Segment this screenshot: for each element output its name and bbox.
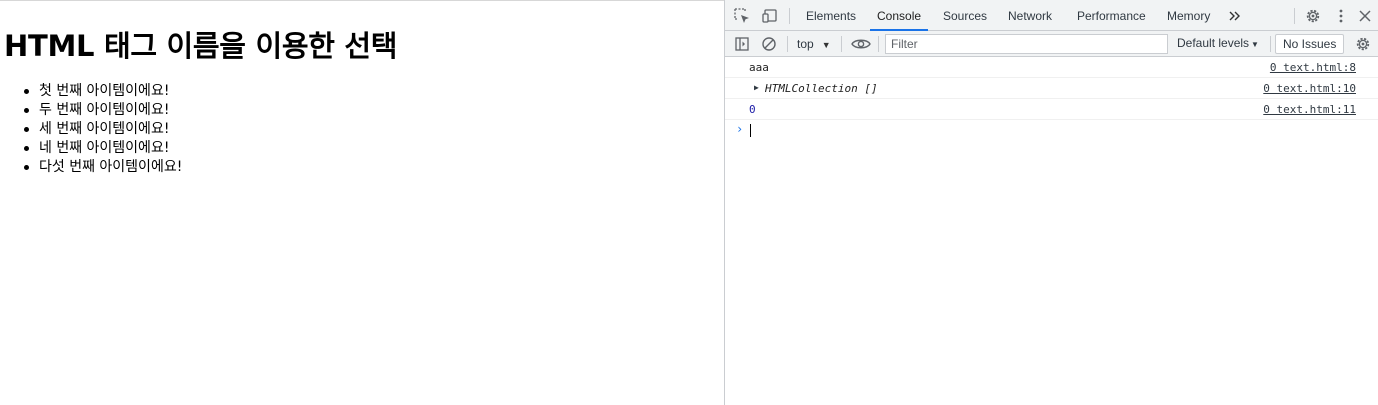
- chevron-down-icon: ▼: [1251, 40, 1259, 49]
- log-levels-dropdown[interactable]: Default levels ▼: [1177, 36, 1259, 50]
- list-item-text: 다섯 번째 아이템이에요!: [39, 159, 183, 175]
- console-message[interactable]: ▶ HTMLCollection [] 0 text.html:10: [725, 78, 1378, 99]
- toolbar-divider: [878, 36, 879, 52]
- device-toggle-icon[interactable]: [761, 7, 779, 25]
- close-icon[interactable]: [1356, 7, 1374, 25]
- tab-console[interactable]: Console: [870, 0, 929, 31]
- list-item: 다섯 번째 아이템이에요!: [24, 158, 182, 177]
- tab-performance[interactable]: Performance: [1077, 0, 1146, 31]
- issues-button[interactable]: No Issues: [1275, 34, 1345, 54]
- console-output: aaa 0 text.html:8 ▶ HTMLCollection [] 0 …: [725, 57, 1378, 405]
- live-expression-eye-icon[interactable]: [850, 35, 872, 53]
- context-selector[interactable]: top ▼: [797, 35, 831, 53]
- console-message: aaa 0 text.html:8: [725, 57, 1378, 78]
- bullet: [24, 146, 29, 151]
- bullet: [24, 108, 29, 113]
- filter-input[interactable]: [885, 34, 1168, 54]
- context-value: top: [797, 37, 814, 51]
- list-item: 세 번째 아이템이에요!: [24, 120, 182, 139]
- tab-memory[interactable]: Memory: [1167, 0, 1210, 31]
- list-item-text: 네 번째 아이템이에요!: [39, 140, 170, 156]
- tab-sources[interactable]: Sources: [943, 0, 987, 31]
- list-item: 네 번째 아이템이에요!: [24, 139, 182, 158]
- bullet: [24, 127, 29, 132]
- toolbar-divider: [1270, 36, 1271, 52]
- page-viewport: HTML 태그 이름을 이용한 선택 첫 번째 아이템이에요! 두 번째 아이템…: [0, 0, 724, 405]
- list-item-text: 세 번째 아이템이에요!: [39, 121, 170, 137]
- bullet: [24, 165, 29, 170]
- source-link[interactable]: 0 text.html:8: [1270, 61, 1356, 74]
- prompt-chevron-icon: ›: [736, 122, 744, 136]
- console-settings-icon[interactable]: [1354, 35, 1372, 53]
- source-link[interactable]: 0 text.html:11: [1263, 103, 1356, 116]
- devtools-tabbar: Elements Console Sources Network Perform…: [725, 0, 1378, 31]
- expand-triangle-icon[interactable]: ▶: [754, 83, 759, 92]
- console-message-text: 0: [749, 103, 756, 116]
- inspect-icon[interactable]: [733, 7, 751, 25]
- clear-console-icon[interactable]: [760, 35, 778, 53]
- list-item: 첫 번째 아이템이에요!: [24, 82, 182, 101]
- console-message-text: aaa: [749, 61, 769, 74]
- tab-elements[interactable]: Elements: [806, 0, 856, 31]
- source-link[interactable]: 0 text.html:10: [1263, 82, 1356, 95]
- bullet: [24, 89, 29, 94]
- page-heading: HTML 태그 이름을 이용한 선택: [4, 29, 398, 63]
- toolbar-divider: [841, 36, 842, 52]
- toolbar-divider: [789, 8, 790, 24]
- text-caret: [750, 124, 751, 137]
- console-toolbar: top▼ Default levels▼ No Issues: [725, 31, 1378, 57]
- list-item-text: 첫 번째 아이템이에요!: [39, 83, 170, 99]
- toolbar-divider: [787, 36, 788, 52]
- list-item: 두 번째 아이템이에요!: [24, 101, 182, 120]
- chevron-down-icon: ▼: [821, 40, 831, 50]
- devtools-panel: Elements Console Sources Network Perform…: [724, 0, 1378, 405]
- console-message: 0 0 text.html:11: [725, 99, 1378, 120]
- item-list: 첫 번째 아이템이에요! 두 번째 아이템이에요! 세 번째 아이템이에요! 네…: [24, 82, 182, 177]
- tab-network[interactable]: Network: [1008, 0, 1052, 31]
- console-prompt[interactable]: ›: [725, 120, 1378, 140]
- log-levels-label: Default levels: [1177, 36, 1250, 50]
- list-item-text: 두 번째 아이템이에요!: [39, 102, 170, 118]
- sidebar-toggle-icon[interactable]: [733, 35, 751, 53]
- settings-icon[interactable]: [1304, 7, 1322, 25]
- console-message-text[interactable]: HTMLCollection []: [765, 82, 878, 95]
- toolbar-divider: [1294, 8, 1295, 24]
- kebab-menu-icon[interactable]: [1332, 7, 1350, 25]
- more-tabs-icon[interactable]: [1226, 7, 1244, 25]
